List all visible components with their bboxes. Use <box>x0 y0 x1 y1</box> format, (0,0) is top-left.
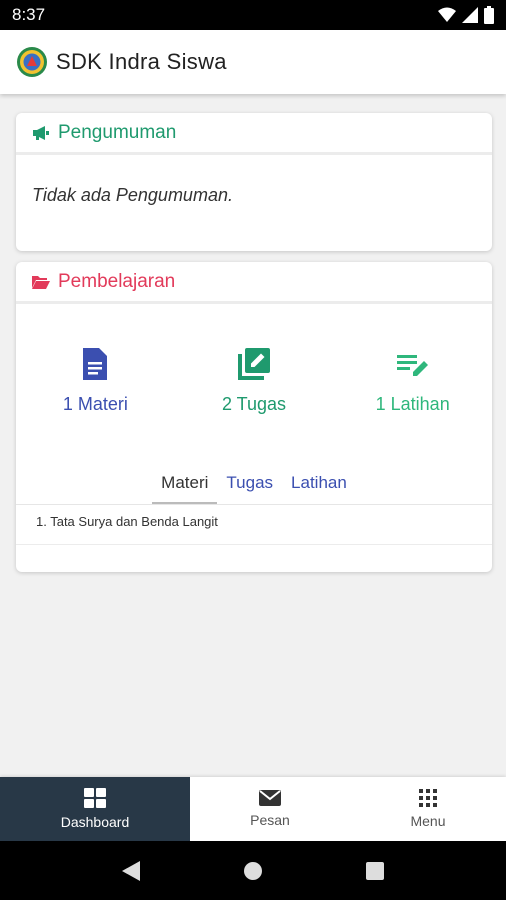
battery-icon <box>484 6 494 24</box>
stat-tugas-label: 2 Tugas <box>221 394 287 414</box>
folder-open-icon <box>32 276 50 289</box>
nav-menu[interactable]: Menu <box>350 777 506 841</box>
learning-title: Pembelajaran <box>58 270 176 292</box>
status-bar: 8:37 <box>0 0 506 30</box>
stat-materi[interactable]: 1 Materi <box>16 346 175 415</box>
nav-dashboard-label: Dashboard <box>60 814 130 830</box>
megaphone-icon <box>33 125 49 140</box>
tab-materi[interactable]: Materi <box>152 462 218 504</box>
list-divider <box>16 544 492 545</box>
recents-icon[interactable] <box>366 861 385 880</box>
announcement-header: Pengumuman <box>16 113 492 155</box>
status-time: 8:37 <box>12 5 46 24</box>
tab-tugas[interactable]: Tugas <box>217 462 282 504</box>
wifi-icon <box>438 7 456 22</box>
nav-dashboard[interactable]: Dashboard <box>0 777 190 841</box>
list-item[interactable]: 1. Tata Surya dan Benda Langit <box>36 514 218 529</box>
signal-icon <box>462 7 478 23</box>
app-bar: SDK Indra Siswa <box>0 30 506 94</box>
learning-tabs: Materi Tugas Latihan <box>16 462 492 504</box>
stat-tugas[interactable]: 2 Tugas <box>175 346 334 415</box>
school-logo-icon <box>17 47 47 77</box>
grid-icon <box>419 789 437 807</box>
home-icon[interactable] <box>243 861 263 881</box>
learning-stats: 1 Materi 2 Tugas 1 Latihan <box>16 346 492 415</box>
document-icon <box>83 348 108 380</box>
announcement-title: Pengumuman <box>58 121 177 143</box>
app-title: SDK Indra Siswa <box>56 49 227 74</box>
bottom-nav: Dashboard Pesan Menu <box>0 777 506 841</box>
nav-menu-label: Menu <box>410 813 446 829</box>
nav-pesan[interactable]: Pesan <box>190 777 350 841</box>
back-icon[interactable] <box>121 860 140 881</box>
tabs-divider <box>16 504 492 505</box>
learning-header: Pembelajaran <box>16 262 492 304</box>
learning-card: Pembelajaran 1 Materi 2 Tugas 1 Latihan … <box>16 262 492 572</box>
system-nav-bar <box>0 841 506 900</box>
announcement-card: Pengumuman Tidak ada Pengumuman. <box>16 113 492 251</box>
announcement-empty-text: Tidak ada Pengumuman. <box>32 185 233 205</box>
stat-latihan[interactable]: 1 Latihan <box>333 346 492 415</box>
nav-pesan-label: Pesan <box>250 812 290 828</box>
stat-latihan-label: 1 Latihan <box>375 394 450 414</box>
dashboard-icon <box>84 788 106 808</box>
edit-list-icon <box>396 355 428 376</box>
mail-icon <box>259 790 281 806</box>
edit-note-icon <box>238 348 270 380</box>
stat-materi-label: 1 Materi <box>62 394 128 414</box>
status-icons <box>438 6 494 24</box>
tab-latihan[interactable]: Latihan <box>282 462 356 504</box>
